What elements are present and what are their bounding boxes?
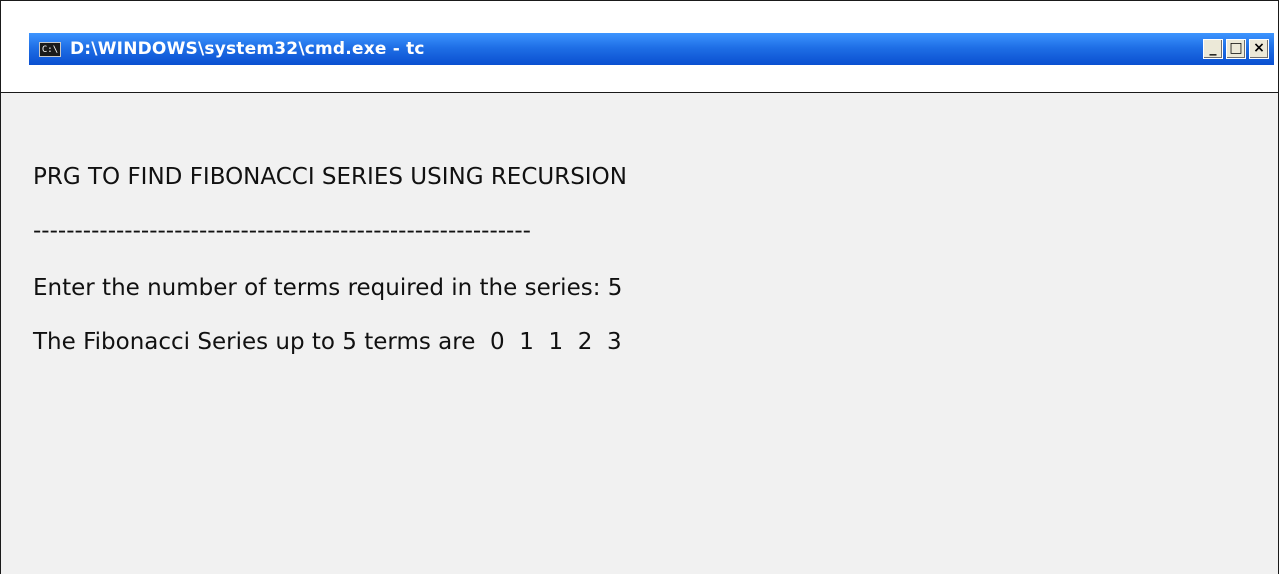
- input-prompt-line: Enter the number of terms required in th…: [33, 275, 623, 301]
- window-title: D:\WINDOWS\system32\cmd.exe - tc: [70, 39, 425, 59]
- console-window-icon[interactable]: C:\: [39, 41, 61, 57]
- program-heading: PRG TO FIND FIBONACCI SERIES USING RECUR…: [33, 164, 627, 190]
- separator-line: ----------------------------------------…: [33, 218, 531, 244]
- console-output[interactable]: PRG TO FIND FIBONACCI SERIES USING RECUR…: [1, 93, 1278, 575]
- maximize-button[interactable]: □: [1226, 39, 1246, 59]
- minimize-button[interactable]: _: [1203, 39, 1223, 59]
- close-button[interactable]: ×: [1249, 39, 1269, 59]
- window-controls: _ □ ×: [1203, 39, 1269, 59]
- titlebar-area: C:\ D:\WINDOWS\system32\cmd.exe - tc _ □…: [1, 1, 1278, 93]
- cmd-window: C:\ D:\WINDOWS\system32\cmd.exe - tc _ □…: [0, 0, 1279, 574]
- result-line: The Fibonacci Series up to 5 terms are 0…: [33, 329, 622, 355]
- title-bar[interactable]: C:\ D:\WINDOWS\system32\cmd.exe - tc _ □…: [29, 33, 1274, 65]
